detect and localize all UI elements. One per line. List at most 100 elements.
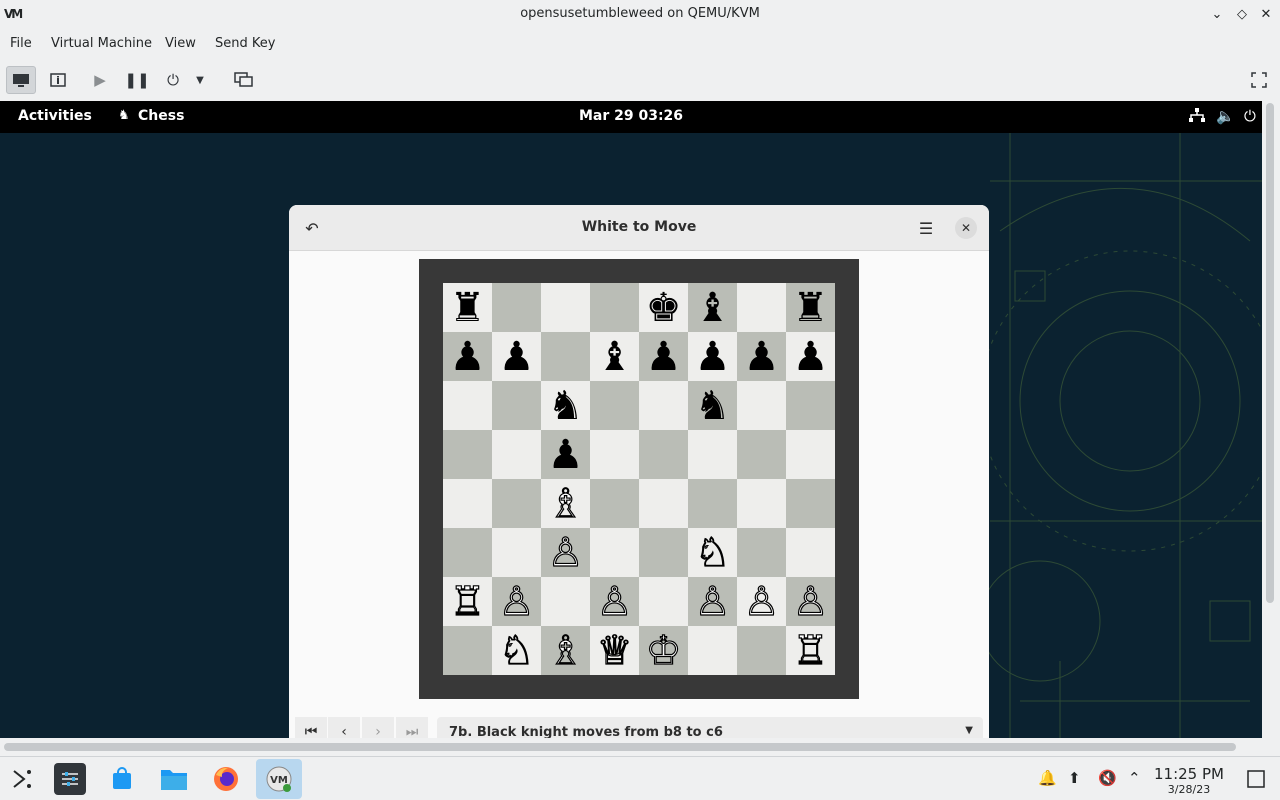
last-move-button[interactable]: ⏭ (396, 717, 428, 738)
board-square[interactable] (492, 283, 541, 332)
shutdown-menu-button[interactable]: ▼ (190, 66, 210, 94)
board-square[interactable] (541, 577, 590, 626)
chess-piece[interactable]: ♗ (547, 483, 584, 524)
board-square[interactable]: ♟ (443, 332, 492, 381)
board-square[interactable]: ♙ (737, 577, 786, 626)
close-chess-button[interactable]: ✕ (955, 217, 977, 239)
chess-board[interactable]: ♜ ♚ ♝ ♜ ♟ ♟ ♝ ♟ ♟ ♟ ♟ ♞ ♞ ♟ ♗ ♙ ♘ ♖ ♙ ♙ ♙ ♙ ♙ ♘ ♗ ♕ ♔ ♖ (443, 283, 835, 675)
chess-piece[interactable]: ♟ (744, 337, 780, 377)
board-square[interactable] (590, 528, 639, 577)
chess-piece[interactable]: ♖ (449, 581, 486, 622)
board-square[interactable]: ♟ (492, 332, 541, 381)
horizontal-scrollbar[interactable] (4, 743, 1236, 751)
chess-piece[interactable]: ♟ (548, 435, 584, 475)
board-square[interactable] (443, 528, 492, 577)
menu-view[interactable]: View (165, 36, 196, 51)
virt-manager-taskbar-button[interactable]: VM (256, 759, 302, 799)
pause-button[interactable]: ❚❚ (122, 66, 152, 94)
chess-piece[interactable]: ♞ (548, 386, 584, 426)
board-square[interactable]: ♙ (688, 577, 737, 626)
network-icon[interactable] (1188, 107, 1206, 127)
board-square[interactable] (639, 528, 688, 577)
board-square[interactable]: ♙ (590, 577, 639, 626)
board-square[interactable] (688, 479, 737, 528)
board-square[interactable] (639, 381, 688, 430)
board-square[interactable] (639, 577, 688, 626)
board-square[interactable] (443, 479, 492, 528)
chess-piece[interactable]: ♘ (694, 532, 731, 573)
system-settings-taskbar-button[interactable] (54, 763, 86, 795)
snapshots-button[interactable] (229, 66, 259, 94)
board-square[interactable]: ♙ (492, 577, 541, 626)
board-square[interactable]: ♖ (443, 577, 492, 626)
board-square[interactable] (737, 283, 786, 332)
board-square[interactable] (737, 430, 786, 479)
chess-piece[interactable]: ♙ (596, 581, 633, 622)
chess-piece[interactable]: ♞ (695, 386, 731, 426)
chess-piece[interactable]: ♙ (792, 581, 829, 622)
board-square[interactable] (786, 430, 835, 479)
board-square[interactable]: ♜ (786, 283, 835, 332)
board-square[interactable] (492, 528, 541, 577)
main-menu-button[interactable]: ☰ (913, 215, 939, 241)
console-view-button[interactable] (6, 66, 36, 94)
file-manager-taskbar-button[interactable] (158, 763, 190, 795)
run-button[interactable]: ▶ (85, 66, 115, 94)
first-move-button[interactable]: ⏮ (295, 717, 327, 738)
board-square[interactable]: ♗ (541, 626, 590, 675)
board-square[interactable] (737, 626, 786, 675)
board-square[interactable]: ♕ (590, 626, 639, 675)
vertical-scrollbar[interactable] (1266, 103, 1274, 603)
board-square[interactable]: ♔ (639, 626, 688, 675)
board-square[interactable] (639, 430, 688, 479)
volume-icon[interactable]: 🔈 (1216, 107, 1235, 125)
chess-piece[interactable]: ♟ (695, 337, 731, 377)
power-menu-icon[interactable]: ⏻ (1244, 107, 1256, 125)
chess-piece[interactable]: ♜ (793, 288, 829, 328)
chess-piece[interactable]: ♝ (597, 337, 633, 377)
board-square[interactable] (541, 283, 590, 332)
audio-muted-icon[interactable]: 🔇 (1098, 769, 1117, 787)
board-square[interactable]: ♟ (688, 332, 737, 381)
chess-piece[interactable]: ♟ (646, 337, 682, 377)
board-square[interactable]: ♟ (737, 332, 786, 381)
close-window-button[interactable]: ✕ (1256, 5, 1276, 25)
board-square[interactable]: ♚ (639, 283, 688, 332)
chess-piece[interactable]: ♖ (792, 630, 829, 671)
board-square[interactable] (492, 381, 541, 430)
board-square[interactable] (737, 381, 786, 430)
chess-piece[interactable]: ♙ (694, 581, 731, 622)
board-square[interactable]: ♞ (688, 381, 737, 430)
board-square[interactable] (590, 283, 639, 332)
board-square[interactable]: ♟ (541, 430, 590, 479)
board-square[interactable]: ♝ (590, 332, 639, 381)
chess-piece[interactable]: ♟ (450, 337, 486, 377)
firefox-taskbar-button[interactable] (210, 763, 242, 795)
board-square[interactable]: ♘ (688, 528, 737, 577)
board-square[interactable] (786, 381, 835, 430)
board-square[interactable] (590, 430, 639, 479)
application-launcher-button[interactable] (6, 763, 38, 795)
chess-piece[interactable]: ♟ (793, 337, 829, 377)
chess-piece[interactable]: ♝ (695, 288, 731, 328)
menu-send-key[interactable]: Send Key (215, 36, 275, 51)
board-square[interactable]: ♝ (688, 283, 737, 332)
notifications-icon[interactable]: 🔔 (1038, 769, 1057, 787)
board-square[interactable]: ♟ (639, 332, 688, 381)
board-square[interactable] (737, 528, 786, 577)
minimize-button[interactable]: ⌄ (1207, 5, 1227, 25)
board-square[interactable]: ♙ (786, 577, 835, 626)
show-desktop-button[interactable] (1240, 763, 1272, 795)
menu-virtual-machine[interactable]: Virtual Machine (51, 36, 152, 51)
chess-piece[interactable]: ♔ (645, 630, 682, 671)
board-square[interactable] (443, 381, 492, 430)
board-square[interactable] (541, 332, 590, 381)
board-square[interactable] (688, 430, 737, 479)
board-square[interactable] (492, 479, 541, 528)
chess-piece[interactable]: ♕ (596, 630, 633, 671)
board-square[interactable] (492, 430, 541, 479)
chess-piece[interactable]: ♙ (547, 532, 584, 573)
board-square[interactable]: ♗ (541, 479, 590, 528)
board-square[interactable]: ♟ (786, 332, 835, 381)
move-history-combo[interactable]: 7b. Black knight moves from b8 to c6 ▼ (437, 717, 983, 738)
